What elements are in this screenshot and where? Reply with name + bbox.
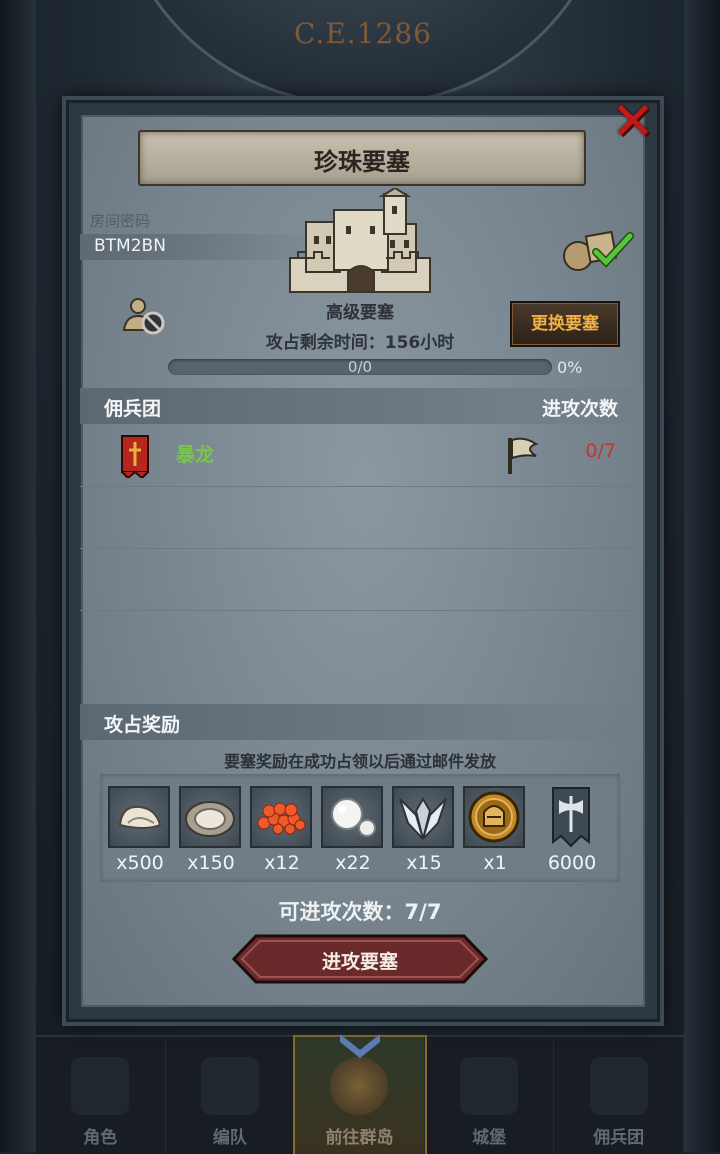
reward-item[interactable]: x15 bbox=[392, 786, 456, 874]
reward-item[interactable]: x500 bbox=[108, 786, 172, 874]
room-password-value[interactable]: BTM2BN bbox=[94, 236, 166, 256]
reward-qty: x22 bbox=[335, 852, 371, 874]
attack-button-label: 进攻要塞 bbox=[321, 951, 398, 973]
chevron-down-icon bbox=[336, 1030, 384, 1071]
winged-emblem-icon bbox=[399, 797, 447, 840]
nav-item-mercenary[interactable]: 佣兵团 bbox=[554, 1037, 684, 1154]
reward-item[interactable]: x12 bbox=[250, 786, 314, 874]
dialog-title: 珍珠要塞 bbox=[314, 148, 410, 176]
reward-item[interactable]: x1 bbox=[463, 786, 527, 874]
attack-count-header-label: 进攻次数 bbox=[541, 398, 618, 420]
castle-icon bbox=[289, 188, 431, 293]
left-frame bbox=[0, 0, 36, 1152]
reward-item[interactable]: 6000 bbox=[540, 786, 604, 874]
remaining-time: 攻占剩余时间：156小时 bbox=[265, 333, 455, 353]
conch-shell-icon bbox=[118, 805, 162, 829]
room-password-label: 房间密码 bbox=[90, 212, 151, 230]
nav-item-castle[interactable]: 城堡 bbox=[425, 1037, 555, 1154]
oyster-icon bbox=[185, 801, 235, 837]
nav-label: 佣兵团 bbox=[593, 1128, 645, 1148]
close-icon[interactable]: ✕ bbox=[608, 96, 658, 150]
reward-qty: x12 bbox=[264, 852, 300, 874]
reward-qty: x1 bbox=[483, 852, 507, 874]
attempts-remaining: 可进攻次数：7/7 bbox=[278, 900, 442, 924]
title-banner: 珍珠要塞 bbox=[138, 130, 586, 186]
reward-qty: x15 bbox=[406, 852, 442, 874]
empty-row bbox=[80, 610, 640, 672]
castle-nav-icon bbox=[460, 1057, 519, 1115]
mercenary-name: 暴龙 bbox=[176, 444, 215, 466]
flag-icon bbox=[508, 437, 539, 474]
progress-text: 0/0 bbox=[347, 358, 373, 376]
reward-panel: x500 x150 x12 x22 x15 x1 6000 bbox=[100, 774, 620, 882]
nav-item-character[interactable]: 角色 bbox=[36, 1037, 166, 1154]
reward-header-label: 攻占奖励 bbox=[104, 714, 181, 736]
formation-icon bbox=[200, 1057, 259, 1115]
reward-item[interactable]: x22 bbox=[321, 786, 385, 874]
mercenary-header-label: 佣兵团 bbox=[104, 398, 162, 420]
nav-label: 城堡 bbox=[472, 1128, 507, 1148]
mercenary-banner-icon bbox=[121, 435, 149, 478]
nav-item-formation[interactable]: 编队 bbox=[166, 1037, 296, 1154]
mercenary-nav-icon bbox=[589, 1057, 648, 1115]
pearl-icon bbox=[331, 798, 376, 837]
character-icon bbox=[71, 1057, 130, 1115]
nav-label: 编队 bbox=[212, 1128, 247, 1148]
empty-row bbox=[80, 486, 640, 549]
nav-label: 角色 bbox=[83, 1128, 118, 1148]
mercenary-section-header: 佣兵团 进攻次数 bbox=[80, 388, 640, 424]
attack-fort-button[interactable]: 进攻要塞 bbox=[232, 934, 488, 984]
reward-section-header: 攻占奖励 bbox=[80, 704, 640, 740]
reward-qty: 6000 bbox=[547, 852, 597, 874]
nav-label: 前往群岛 bbox=[325, 1128, 394, 1148]
era-label: C.E.1286 bbox=[294, 17, 432, 50]
loot-bag-check-icon[interactable] bbox=[560, 226, 638, 272]
fish-roe-icon bbox=[257, 802, 306, 835]
empty-row bbox=[80, 548, 640, 611]
axe-banner-icon bbox=[552, 787, 590, 848]
mercenary-row[interactable]: 暴龙 0/7 bbox=[80, 424, 640, 487]
reward-item[interactable]: x150 bbox=[179, 786, 243, 874]
reward-qty: x150 bbox=[187, 852, 235, 874]
progress-percent: 0% bbox=[557, 358, 583, 377]
knight-helmet-coin-icon bbox=[468, 791, 520, 843]
right-frame bbox=[684, 0, 720, 1152]
reward-qty: x500 bbox=[116, 852, 164, 874]
attack-count: 0/7 bbox=[585, 440, 616, 462]
reward-note: 要塞奖励在成功占领以后通过邮件发放 bbox=[223, 752, 496, 771]
